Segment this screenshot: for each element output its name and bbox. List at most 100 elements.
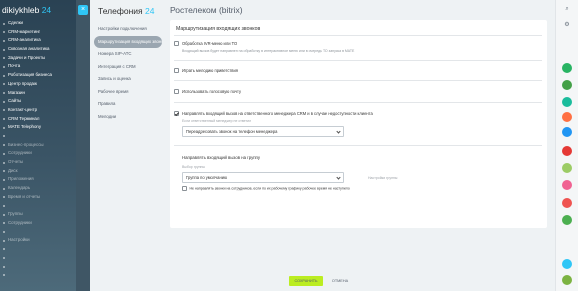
chat-icon-1[interactable] [562,63,572,73]
chat-icon-10[interactable] [562,215,572,225]
portal-menu-item[interactable]: Приложения [0,175,76,184]
chat-icon-3[interactable] [562,97,572,107]
voicemail-checkbox[interactable] [174,89,179,94]
portal-menu-item-label: Диск [8,167,18,173]
chat-icon-8[interactable] [562,180,572,190]
chat-icon-7[interactable] [562,163,572,173]
portal-menu-item[interactable]: Сайты [0,97,76,106]
chat-icon-4[interactable] [562,112,572,122]
portal-menu-item[interactable]: Сотрудники [0,219,76,228]
bullet-icon [3,83,5,86]
portal-menu-item[interactable]: Роботизация бизнеса [0,71,76,80]
bullet-icon [3,274,5,277]
portal-menu-item[interactable]: Отчеты [0,158,76,167]
portal-menu-item[interactable] [0,271,76,280]
portal-logo[interactable]: dikiykhleb 24 [2,5,74,19]
portal-menu-item[interactable]: Контакт-центр [0,106,76,115]
portal-menu-item[interactable] [0,245,76,254]
telephony-menu-item[interactable]: Рабочее время [94,86,162,99]
portal-menu-item-label: MATE Telephony [8,124,42,130]
portal-menu-item[interactable] [0,262,76,271]
portal-menu-item[interactable]: Сквозная аналитика [0,45,76,54]
section-title: Маршрутизация входящих звонков [176,26,261,32]
portal-menu-item[interactable]: Группы [0,210,76,219]
divider [174,80,542,81]
crm-forward-select-value: Переадресовать звонок на телефон менедже… [186,129,278,134]
telephony-menu-item[interactable]: Запись и оценка [94,73,162,86]
crm-checkbox[interactable] [174,111,179,116]
portal-menu-item[interactable] [0,201,76,210]
bullet-icon [3,213,5,216]
telephony-slider: Телефония 24 Настройки подключения Маршру… [90,0,555,291]
telephony-menu-item[interactable]: Мелодии [94,111,162,124]
portal-menu-item[interactable]: Центр продаж [0,80,76,89]
chat-icon-11[interactable] [562,259,572,269]
portal-menu-item[interactable]: Бизнес-процессы [0,141,76,150]
group-settings-link[interactable]: Настройки группы [368,176,397,180]
portal-menu-item-label: CRM-маркетинг [8,28,41,34]
melody-checkbox[interactable] [174,68,179,73]
portal-menu-item[interactable]: Сотрудники [0,149,76,158]
bullet-icon [3,222,5,225]
option-worktime[interactable]: Не направлять звонки на сотрудников, есл… [182,186,350,191]
chat-icon-6[interactable] [562,146,572,156]
bullet-icon [3,178,5,181]
portal-menu-item[interactable]: Настройки [0,236,76,245]
chat-icon-12[interactable] [562,275,572,285]
portal-menu-item[interactable] [0,228,76,237]
page-title: Ростелеком (bitrix) [170,5,243,15]
portal-menu-item[interactable]: CRM-маркетинг [0,28,76,37]
portal-menu-item[interactable]: CRM-аналитика [0,36,76,45]
save-button[interactable]: СОХРАНИТЬ [289,276,323,286]
divider [174,60,542,61]
portal-menu-item-label: Сотрудники [8,219,32,225]
portal-menu-item[interactable]: CRM Терминал [0,115,76,124]
option-ivr[interactable]: Обработка IVR-меню или ТО [174,41,237,46]
portal-menu-item[interactable]: Почта [0,62,76,71]
option-melody-label: Играть мелодию приветствия [182,68,238,73]
telephony-menu-item[interactable]: Интеграция с CRM [94,61,162,74]
crm-forward-select[interactable]: Переадресовать звонок на телефон менедже… [182,126,344,137]
cancel-button[interactable]: ОТМЕНА [329,276,351,286]
portal-menu-item[interactable]: Диск [0,167,76,176]
telephony-menu-item[interactable]: Маршрутизация входящих звонков [94,35,162,48]
divider [174,35,542,36]
portal-menu-item-label: Сотрудники [8,150,32,156]
portal-menu-item[interactable]: Сделки [0,19,76,28]
portal-menu-item[interactable] [0,254,76,263]
bullet-icon [3,204,5,207]
settings-icon[interactable]: ⚙ [562,20,572,30]
chat-icon-2[interactable] [562,80,572,90]
option-worktime-label: Не направлять звонки на сотрудников, есл… [189,186,350,191]
portal-menu-item[interactable]: MATE Telephony [0,123,76,132]
portal-menu-item[interactable]: Календарь [0,184,76,193]
chat-icon-5[interactable] [562,127,572,137]
close-icon[interactable]: × [78,5,88,15]
portal-menu-item-label: Отчеты [8,159,24,164]
option-voicemail[interactable]: Использовать голосовую почту [174,89,241,94]
option-voicemail-label: Использовать голосовую почту [182,89,241,94]
portal-menu-item-label: Сквозная аналитика [8,46,50,52]
portal-menu-item-label: Сайты [8,98,22,104]
portal-menu-item[interactable]: Время и отчеты [0,193,76,202]
option-crm[interactable]: Направлять входящий вызов на ответственн… [174,111,373,116]
bullet-icon [3,100,5,103]
search-icon[interactable]: ⌕ [562,4,572,14]
portal-menu-item[interactable]: Задачи и Проекты [0,54,76,63]
telephony-menu-item[interactable]: Номера SIP-АТС [94,48,162,61]
bullet-icon [3,135,5,138]
worktime-checkbox[interactable] [182,186,187,191]
bullet-icon [3,48,5,51]
telephony-menu: Настройки подключения Маршрутизация входя… [94,23,162,123]
portal-menu-item-label: CRM Терминал [8,115,40,121]
telephony-menu-item[interactable]: Настройки подключения [94,23,162,36]
chevron-down-icon [336,129,341,134]
chat-icon-9[interactable] [562,198,572,208]
portal-menu-item[interactable]: Магазин [0,89,76,98]
group-select[interactable]: Группа по умолчанию [182,172,344,183]
ivr-checkbox[interactable] [174,41,179,46]
portal-menu-item-label: Магазин [8,89,25,95]
portal-menu-item[interactable] [0,132,76,141]
telephony-menu-item[interactable]: Правила [94,98,162,111]
option-melody[interactable]: Играть мелодию приветствия [174,68,238,73]
